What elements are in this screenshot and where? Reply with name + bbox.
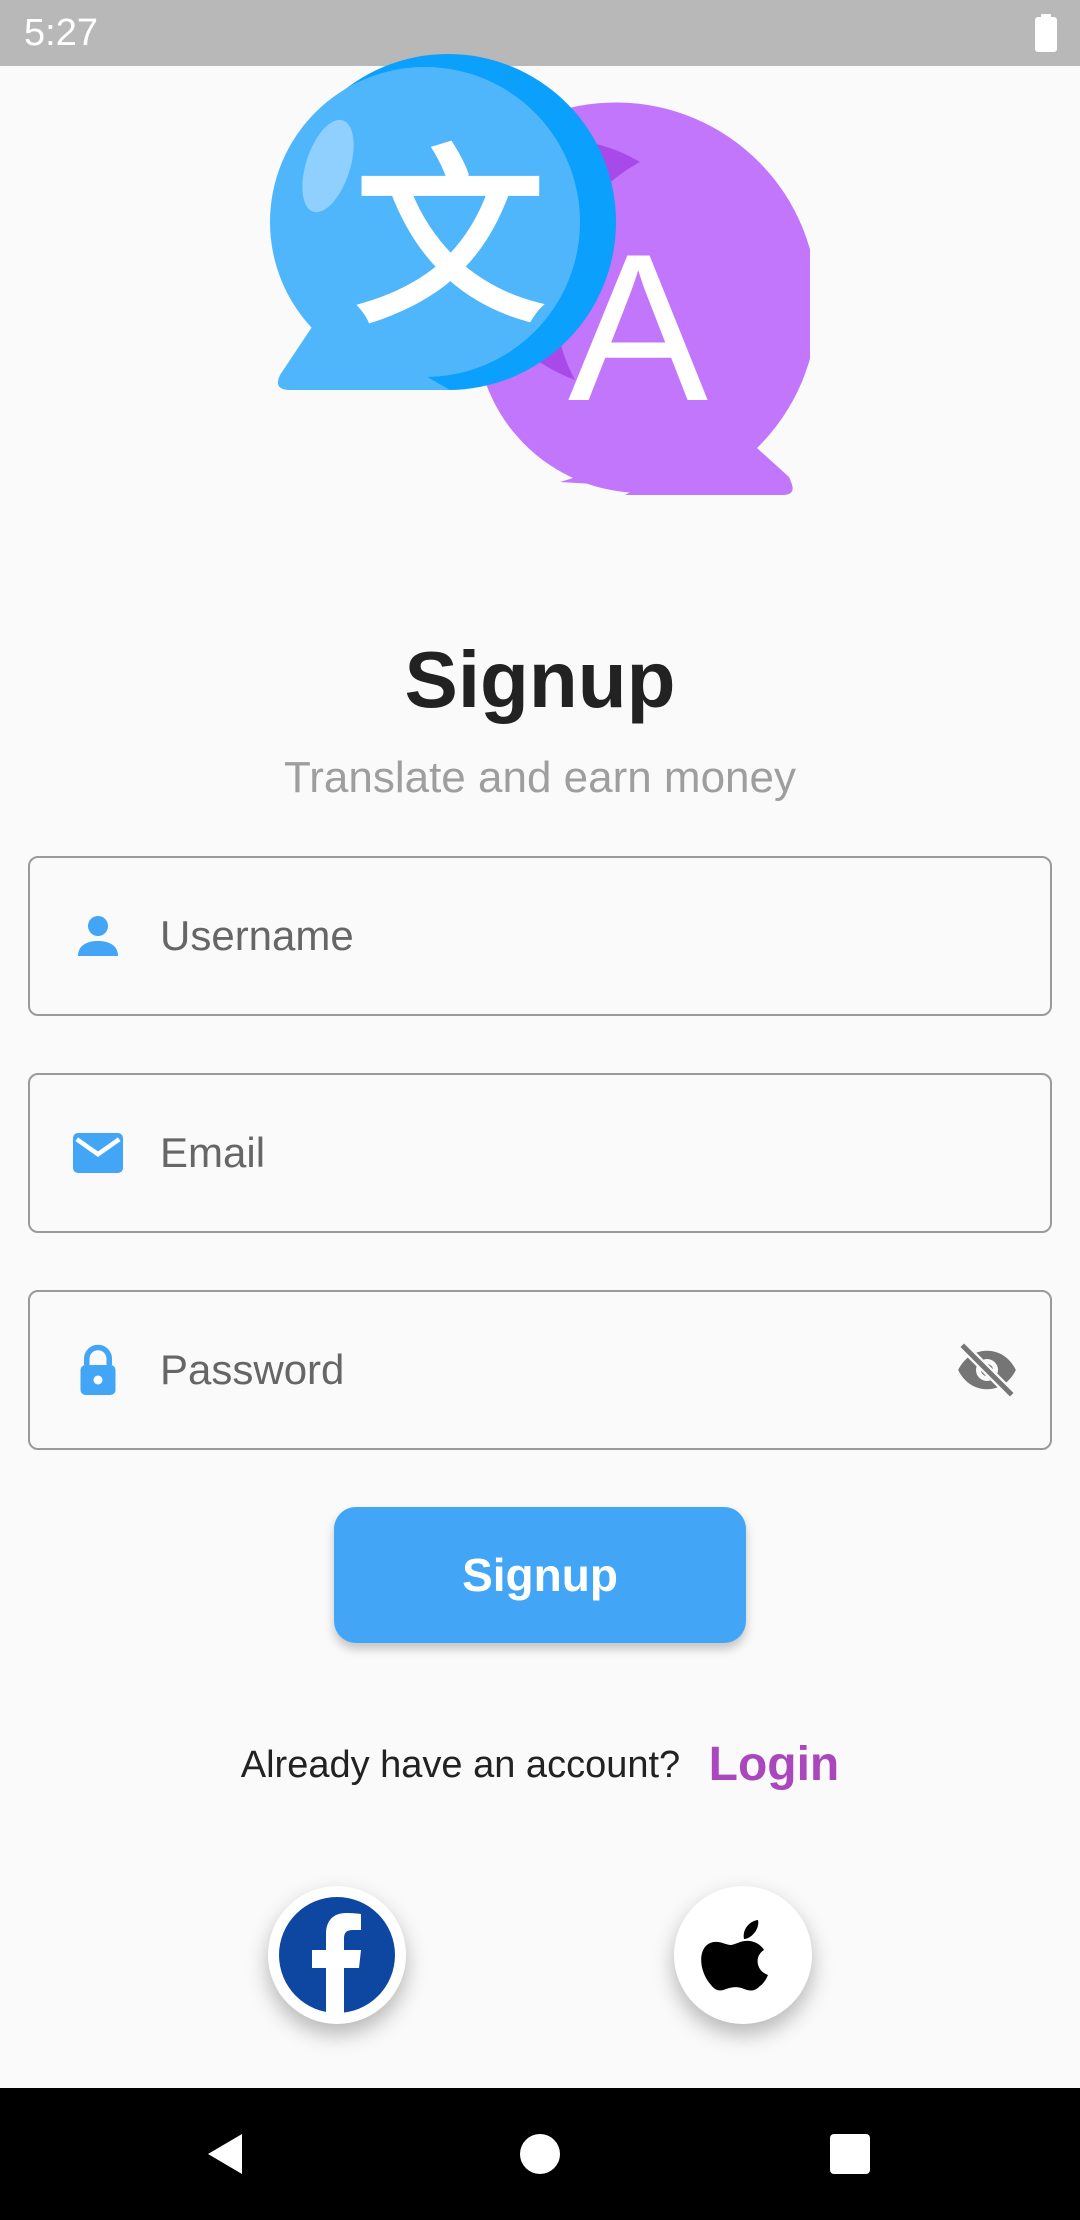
username-input[interactable] (160, 858, 940, 1014)
password-input[interactable] (160, 1292, 940, 1448)
signup-screen: 5:27 A 文 Signup Translate and earn money (0, 0, 1080, 2220)
translate-logo-icon: A 文 (270, 54, 810, 495)
login-prompt-text: Already have an account? (240, 1744, 681, 1786)
apple-login-button[interactable] (674, 1886, 812, 2024)
battery-full-icon (1035, 14, 1057, 52)
navigation-bar (0, 2088, 1080, 2220)
lock-icon (80, 1344, 116, 1395)
username-field[interactable] (28, 856, 1052, 1016)
back-icon[interactable] (196, 2124, 256, 2184)
person-icon (78, 916, 118, 956)
eye-off-icon[interactable] (954, 1337, 1020, 1403)
signup-button[interactable]: Signup (334, 1507, 746, 1643)
home-icon[interactable] (510, 2124, 570, 2184)
page-title: Signup (404, 635, 676, 724)
recent-apps-icon[interactable] (820, 2124, 880, 2184)
login-prompt: Already have an account? Login (0, 1735, 1080, 1795)
page-subtitle: Translate and earn money (284, 753, 796, 802)
facebook-icon (279, 1897, 395, 2013)
apple-icon (701, 1920, 768, 1991)
logo-glyph-wen: 文 (355, 129, 545, 350)
mail-icon (73, 1133, 123, 1173)
status-time: 5:27 (24, 12, 98, 54)
facebook-login-button[interactable] (268, 1886, 406, 2024)
email-field[interactable] (28, 1073, 1052, 1233)
password-field[interactable] (28, 1290, 1052, 1450)
email-input[interactable] (160, 1075, 940, 1231)
login-link[interactable]: Login (709, 1738, 840, 1791)
